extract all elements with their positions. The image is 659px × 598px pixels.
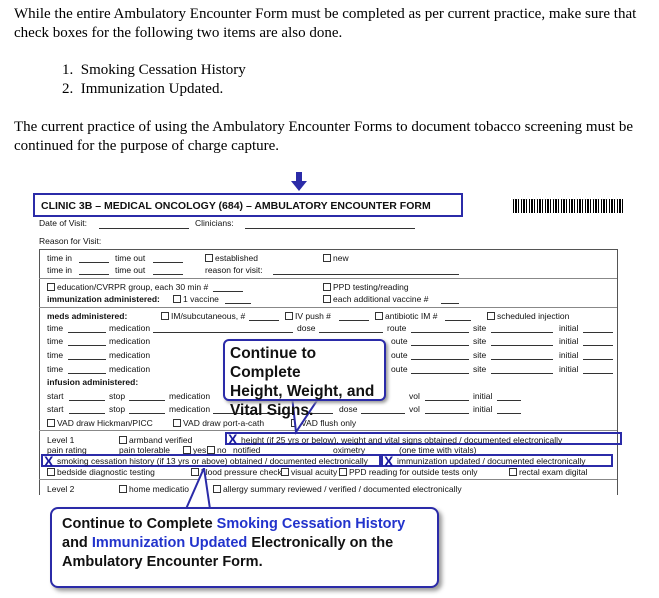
time-label: time: [47, 336, 64, 346]
initial-label: initial: [559, 350, 579, 360]
additional-vaccine-checkbox: each additional vaccine #: [323, 294, 428, 304]
callout-line: Continue to Complete: [230, 345, 317, 381]
time-label: time: [47, 350, 64, 360]
route-label: oute: [391, 336, 408, 346]
vad-hickman-checkbox: VAD draw Hickman/PICC: [47, 418, 153, 428]
home-medication-checkbox: home medicatio: [119, 484, 189, 494]
vol-label: vol: [409, 391, 420, 401]
callout-text: and: [62, 535, 92, 551]
height-weight-vitals-item: height (if 25 yrs or below), weight and …: [241, 435, 563, 445]
intro-paragraph: While the entire Ambulatory Encounter Fo…: [14, 6, 637, 41]
requirements-list: 1. Smoking Cessation History 2. Immuniza…: [62, 61, 246, 99]
allergy-checkbox: allergy summary reviewed / verified / do…: [213, 484, 462, 494]
callout-smoking-immunization: Continue to Complete Smoking Cessation H…: [50, 507, 439, 588]
infusion-administered-label: infusion administered:: [47, 377, 139, 387]
bedside-checkbox: bedside diagnostic testing: [47, 467, 155, 477]
smoking-cessation-item: smoking cessation history (if 13 yrs or …: [57, 456, 368, 466]
list-item: 2. Immunization Updated.: [62, 81, 224, 97]
im-subcut-checkbox: IM/subcutaneous, #: [161, 311, 245, 321]
rectal-exam-checkbox: rectal exam digital: [509, 467, 588, 477]
clinicians-label: Clinicians:: [195, 218, 234, 228]
route-label: oute: [391, 364, 408, 374]
smoking-cessation-highlight: Smoking Cessation History: [216, 516, 406, 532]
reason-for-visit-field: reason for visit:: [205, 265, 263, 275]
initial-label: initial: [473, 391, 493, 401]
immunization-highlight: Immunization Updated: [91, 535, 248, 551]
medication-label: medication: [109, 350, 151, 360]
dose-label: dose: [297, 323, 316, 333]
medication-label: medication: [109, 336, 151, 346]
site-label: site: [473, 323, 487, 333]
medication-label: medication: [169, 404, 211, 414]
list-item: 1. Smoking Cessation History: [62, 62, 246, 78]
meds-administered-label: meds administered:: [47, 311, 128, 321]
one-vaccine-checkbox: 1 vaccine: [173, 294, 219, 304]
start-label: start: [47, 404, 64, 414]
charge-capture-paragraph: The current practice of using the Ambula…: [14, 119, 633, 154]
route-label: route: [387, 323, 407, 333]
callout-height-weight-vitals: Continue to Complete Height, Weight, and…: [223, 339, 386, 419]
callout-line: Vital Signs.: [230, 402, 314, 419]
initial-label: initial: [559, 336, 579, 346]
armband-checkbox: armband verified: [119, 435, 192, 445]
initial-label: initial: [559, 323, 579, 333]
time-out-label: time out: [115, 265, 146, 275]
x-checkmark-icon: X: [228, 431, 238, 447]
education-checkbox: education/CVRPR group, each 30 min #: [47, 282, 208, 292]
form-title: CLINIC 3B – MEDICAL ONCOLOGY (684) – AMB…: [41, 200, 431, 212]
callout-text: Ambulatory Encounter Form.: [62, 554, 263, 570]
reason-for-visit-label: Reason for Visit:: [39, 236, 102, 246]
time-out-label: time out: [115, 253, 146, 263]
antibiotic-checkbox: antibiotic IM #: [375, 311, 437, 321]
level-1-label: Level 1: [47, 435, 75, 445]
stop-label: stop: [109, 404, 126, 414]
new-checkbox: new: [323, 253, 349, 263]
scheduled-injection-checkbox: scheduled injection: [487, 311, 569, 321]
site-label: site: [473, 336, 487, 346]
start-label: start: [47, 391, 64, 401]
medication-label: medication: [169, 391, 211, 401]
x-checkmark-icon: X: [384, 453, 394, 469]
iv-push-checkbox: IV push #: [285, 311, 331, 321]
time-label: time: [47, 323, 64, 333]
callout-pointer-icon: [184, 468, 212, 510]
route-label: oute: [391, 350, 408, 360]
visual-acuity-checkbox: visual acuity: [281, 467, 337, 477]
ppd-reading-checkbox: PPD reading for outside tests only: [339, 467, 478, 477]
stop-label: stop: [109, 391, 126, 401]
level-2-label: Level 2: [47, 484, 75, 494]
site-label: site: [473, 364, 487, 374]
immunization-administered-label: immunization administered:: [47, 294, 160, 304]
form-title-box: CLINIC 3B – MEDICAL ONCOLOGY (684) – AMB…: [33, 193, 463, 217]
x-checkmark-icon: X: [44, 453, 54, 469]
established-checkbox: established: [205, 253, 258, 263]
date-of-visit-label: Date of Visit:: [39, 218, 88, 228]
callout-line: Height, Weight, and: [230, 383, 375, 400]
site-label: site: [473, 350, 487, 360]
vol-label: vol: [409, 404, 420, 414]
arrow-down-icon: [291, 172, 307, 191]
callout-text: Continue to Complete: [62, 516, 217, 532]
immunization-updated-item: immunization updated / documented electr…: [397, 456, 586, 466]
ppd-checkbox: PPD testing/reading: [323, 282, 409, 292]
callout-text: Electronically on the: [247, 535, 394, 551]
barcode-icon: [513, 199, 625, 213]
initial-label: initial: [473, 404, 493, 414]
initial-label: initial: [559, 364, 579, 374]
time-label: time: [47, 364, 64, 374]
medication-label: medication: [109, 364, 151, 374]
time-in-label: time in: [47, 253, 73, 263]
medication-label: medication: [109, 323, 151, 333]
time-in-label: time in: [47, 265, 73, 275]
